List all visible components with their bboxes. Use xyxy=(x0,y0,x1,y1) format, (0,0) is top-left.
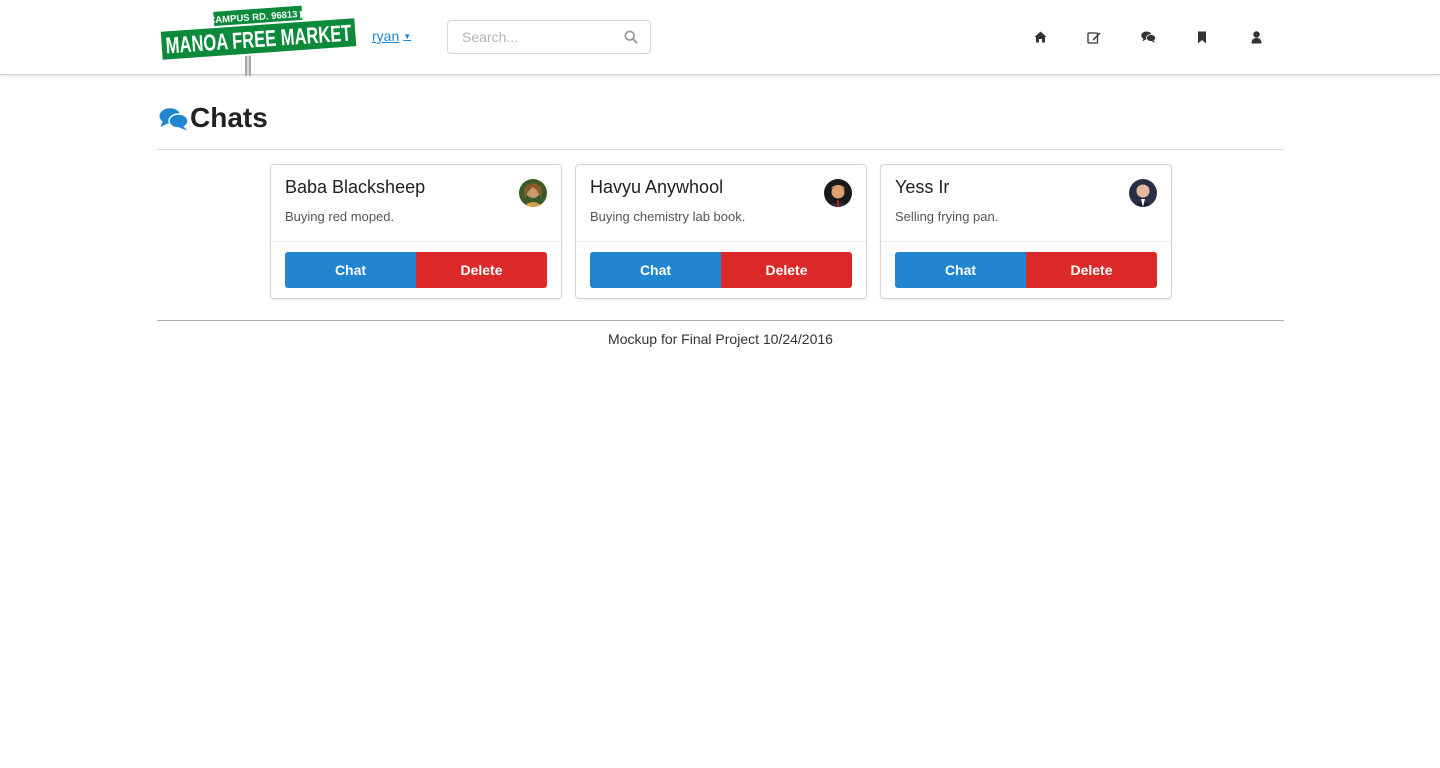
avatar xyxy=(824,179,852,207)
delete-button[interactable]: Delete xyxy=(721,252,852,288)
bookmark-icon xyxy=(1198,31,1206,43)
chat-description: Buying red moped. xyxy=(285,209,395,224)
nav-home[interactable] xyxy=(1013,28,1067,46)
chat-card: Baba Blacksheep Buying red moped. Chat D… xyxy=(270,164,562,299)
top-navbar: CAMPUS RD. 96813 ▶ MANOA FREE MARKET rya… xyxy=(0,0,1440,76)
nav-icon-bar xyxy=(1013,28,1283,46)
search-input[interactable] xyxy=(448,21,608,53)
search-icon[interactable] xyxy=(624,30,638,44)
avatar xyxy=(519,179,547,207)
footer-divider xyxy=(157,320,1284,321)
user-dropdown[interactable]: ryan ▼ xyxy=(372,28,411,44)
caret-down-icon: ▼ xyxy=(403,31,412,41)
page-title: Chats xyxy=(190,102,268,133)
user-name: ryan xyxy=(372,28,400,44)
footer-text: Mockup for Final Project 10/24/2016 xyxy=(608,331,833,347)
avatar xyxy=(1129,179,1157,207)
nav-bookmarks[interactable] xyxy=(1175,28,1229,46)
chat-icon xyxy=(1140,31,1156,43)
chat-button[interactable]: Chat xyxy=(895,252,1026,288)
delete-button[interactable]: Delete xyxy=(416,252,547,288)
chat-card: Havyu Anywhool Buying chemistry lab book… xyxy=(575,164,867,299)
user-icon xyxy=(1251,30,1261,43)
page-header: Chats xyxy=(157,100,1284,150)
search-box xyxy=(447,20,651,54)
chat-card-list: Baba Blacksheep Buying red moped. Chat D… xyxy=(270,164,1172,299)
nav-edit[interactable] xyxy=(1067,28,1121,46)
chat-partner-name: Yess Ir xyxy=(895,177,950,197)
manoa-free-market-logo[interactable]: CAMPUS RD. 96813 ▶ MANOA FREE MARKET xyxy=(158,2,358,76)
delete-button[interactable]: Delete xyxy=(1026,252,1157,288)
chat-card: Yess Ir Selling frying pan. Chat Delete xyxy=(880,164,1172,299)
edit-icon xyxy=(1087,31,1101,44)
comments-icon xyxy=(159,108,189,131)
chat-description: Buying chemistry lab book. xyxy=(590,209,746,224)
home-icon xyxy=(1034,31,1046,43)
chat-button[interactable]: Chat xyxy=(590,252,721,288)
nav-chats[interactable] xyxy=(1121,28,1175,46)
nav-profile[interactable] xyxy=(1229,28,1283,46)
chat-partner-name: Baba Blacksheep xyxy=(285,177,426,197)
chat-button[interactable]: Chat xyxy=(285,252,416,288)
chat-partner-name: Havyu Anywhool xyxy=(590,177,724,197)
chat-description: Selling frying pan. xyxy=(895,209,999,224)
